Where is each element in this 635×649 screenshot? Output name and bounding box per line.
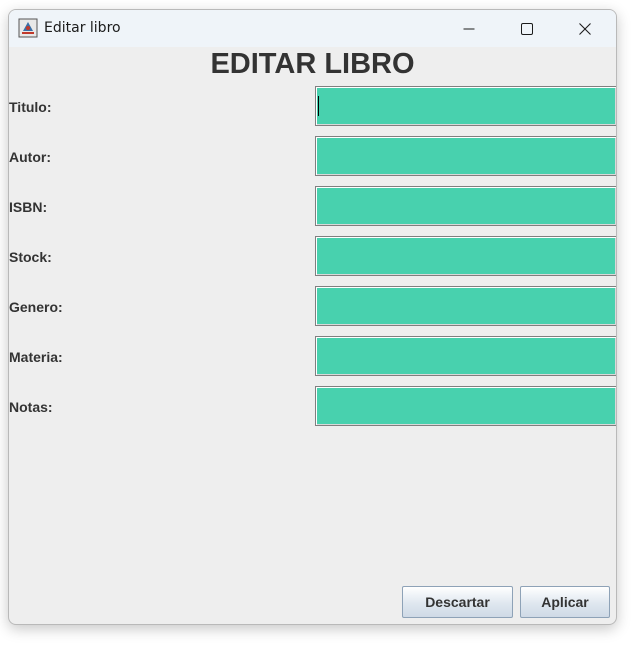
genero-field[interactable]: [315, 286, 616, 326]
notas-field[interactable]: [315, 386, 616, 426]
java-app-icon: [18, 18, 38, 38]
form-row-titulo: Titulo:: [9, 86, 616, 128]
form-row-genero: Genero:: [9, 286, 616, 328]
title-bar[interactable]: Editar libro: [9, 10, 616, 47]
maximize-icon: [521, 22, 533, 35]
close-button[interactable]: [556, 10, 614, 47]
materia-label: Materia:: [9, 349, 63, 365]
close-icon: [579, 22, 591, 35]
autor-field[interactable]: [315, 136, 616, 176]
autor-label: Autor:: [9, 149, 51, 165]
minimize-icon: [463, 28, 475, 29]
stock-field[interactable]: [315, 236, 616, 276]
maximize-button[interactable]: [498, 10, 556, 47]
form-row-isbn: ISBN:: [9, 186, 616, 228]
form-row-notas: Notas:: [9, 386, 616, 428]
minimize-button[interactable]: [440, 10, 498, 47]
genero-label: Genero:: [9, 299, 63, 315]
text-caret: [318, 96, 319, 116]
materia-field[interactable]: [315, 336, 616, 376]
page-heading: EDITAR LIBRO: [210, 48, 415, 80]
edit-book-window: Editar libro EDITAR LIBRO Titulo: Autor:: [8, 9, 617, 625]
stock-label: Stock:: [9, 249, 52, 265]
titulo-label: Titulo:: [9, 99, 52, 115]
isbn-field[interactable]: [315, 186, 616, 226]
apply-button[interactable]: Aplicar: [520, 586, 610, 618]
notas-label: Notas:: [9, 399, 53, 415]
titulo-field[interactable]: [315, 86, 616, 126]
form-row-stock: Stock:: [9, 236, 616, 278]
form-row-autor: Autor:: [9, 136, 616, 178]
window-title: Editar libro: [44, 20, 121, 36]
discard-button[interactable]: Descartar: [402, 586, 513, 618]
isbn-label: ISBN:: [9, 199, 48, 215]
form-row-materia: Materia:: [9, 336, 616, 378]
